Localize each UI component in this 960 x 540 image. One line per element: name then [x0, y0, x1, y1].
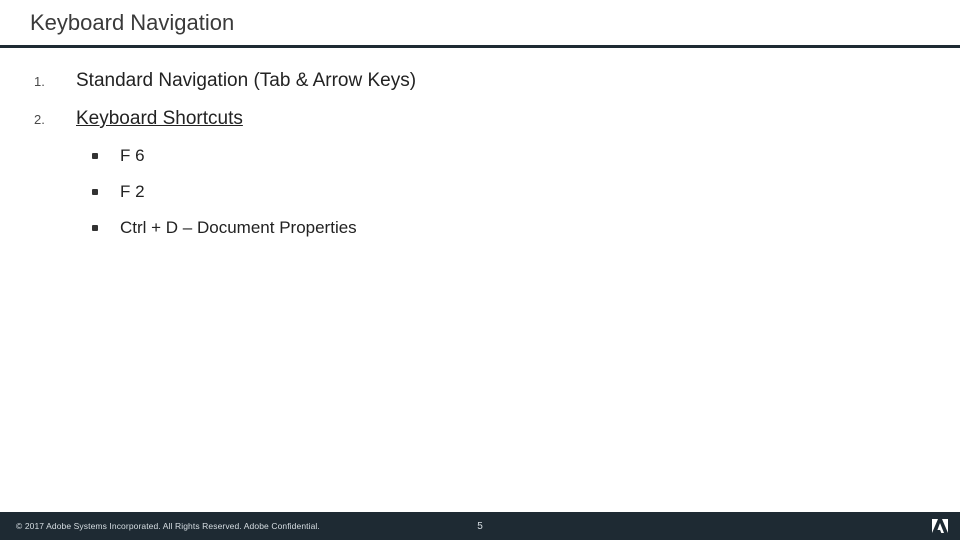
list-item: F 6 [92, 146, 930, 166]
slide-title: Keyboard Navigation [30, 10, 234, 36]
sub-list: F 6 F 2 Ctrl + D – Document Properties [34, 146, 930, 238]
title-bar: Keyboard Navigation [0, 0, 960, 48]
list-number: 1. [34, 74, 76, 89]
square-bullet-icon [92, 153, 98, 159]
adobe-logo-icon [932, 519, 948, 533]
slide: Keyboard Navigation 1. Standard Navigati… [0, 0, 960, 540]
footer-bar: © 2017 Adobe Systems Incorporated. All R… [0, 512, 960, 540]
copyright-text: © 2017 Adobe Systems Incorporated. All R… [0, 521, 320, 531]
list-text: Keyboard Shortcuts [76, 108, 243, 130]
list-text: F 6 [120, 146, 145, 166]
list-item: 1. Standard Navigation (Tab & Arrow Keys… [34, 70, 930, 92]
list-item: 2. Keyboard Shortcuts [34, 108, 930, 130]
list-number: 2. [34, 112, 76, 127]
square-bullet-icon [92, 225, 98, 231]
list-text: Standard Navigation (Tab & Arrow Keys) [76, 70, 416, 92]
content-area: 1. Standard Navigation (Tab & Arrow Keys… [34, 70, 930, 254]
list-item: F 2 [92, 182, 930, 202]
list-text: Ctrl + D – Document Properties [120, 218, 357, 238]
list-text: F 2 [120, 182, 145, 202]
square-bullet-icon [92, 189, 98, 195]
page-number: 5 [477, 521, 483, 532]
list-item: Ctrl + D – Document Properties [92, 218, 930, 238]
